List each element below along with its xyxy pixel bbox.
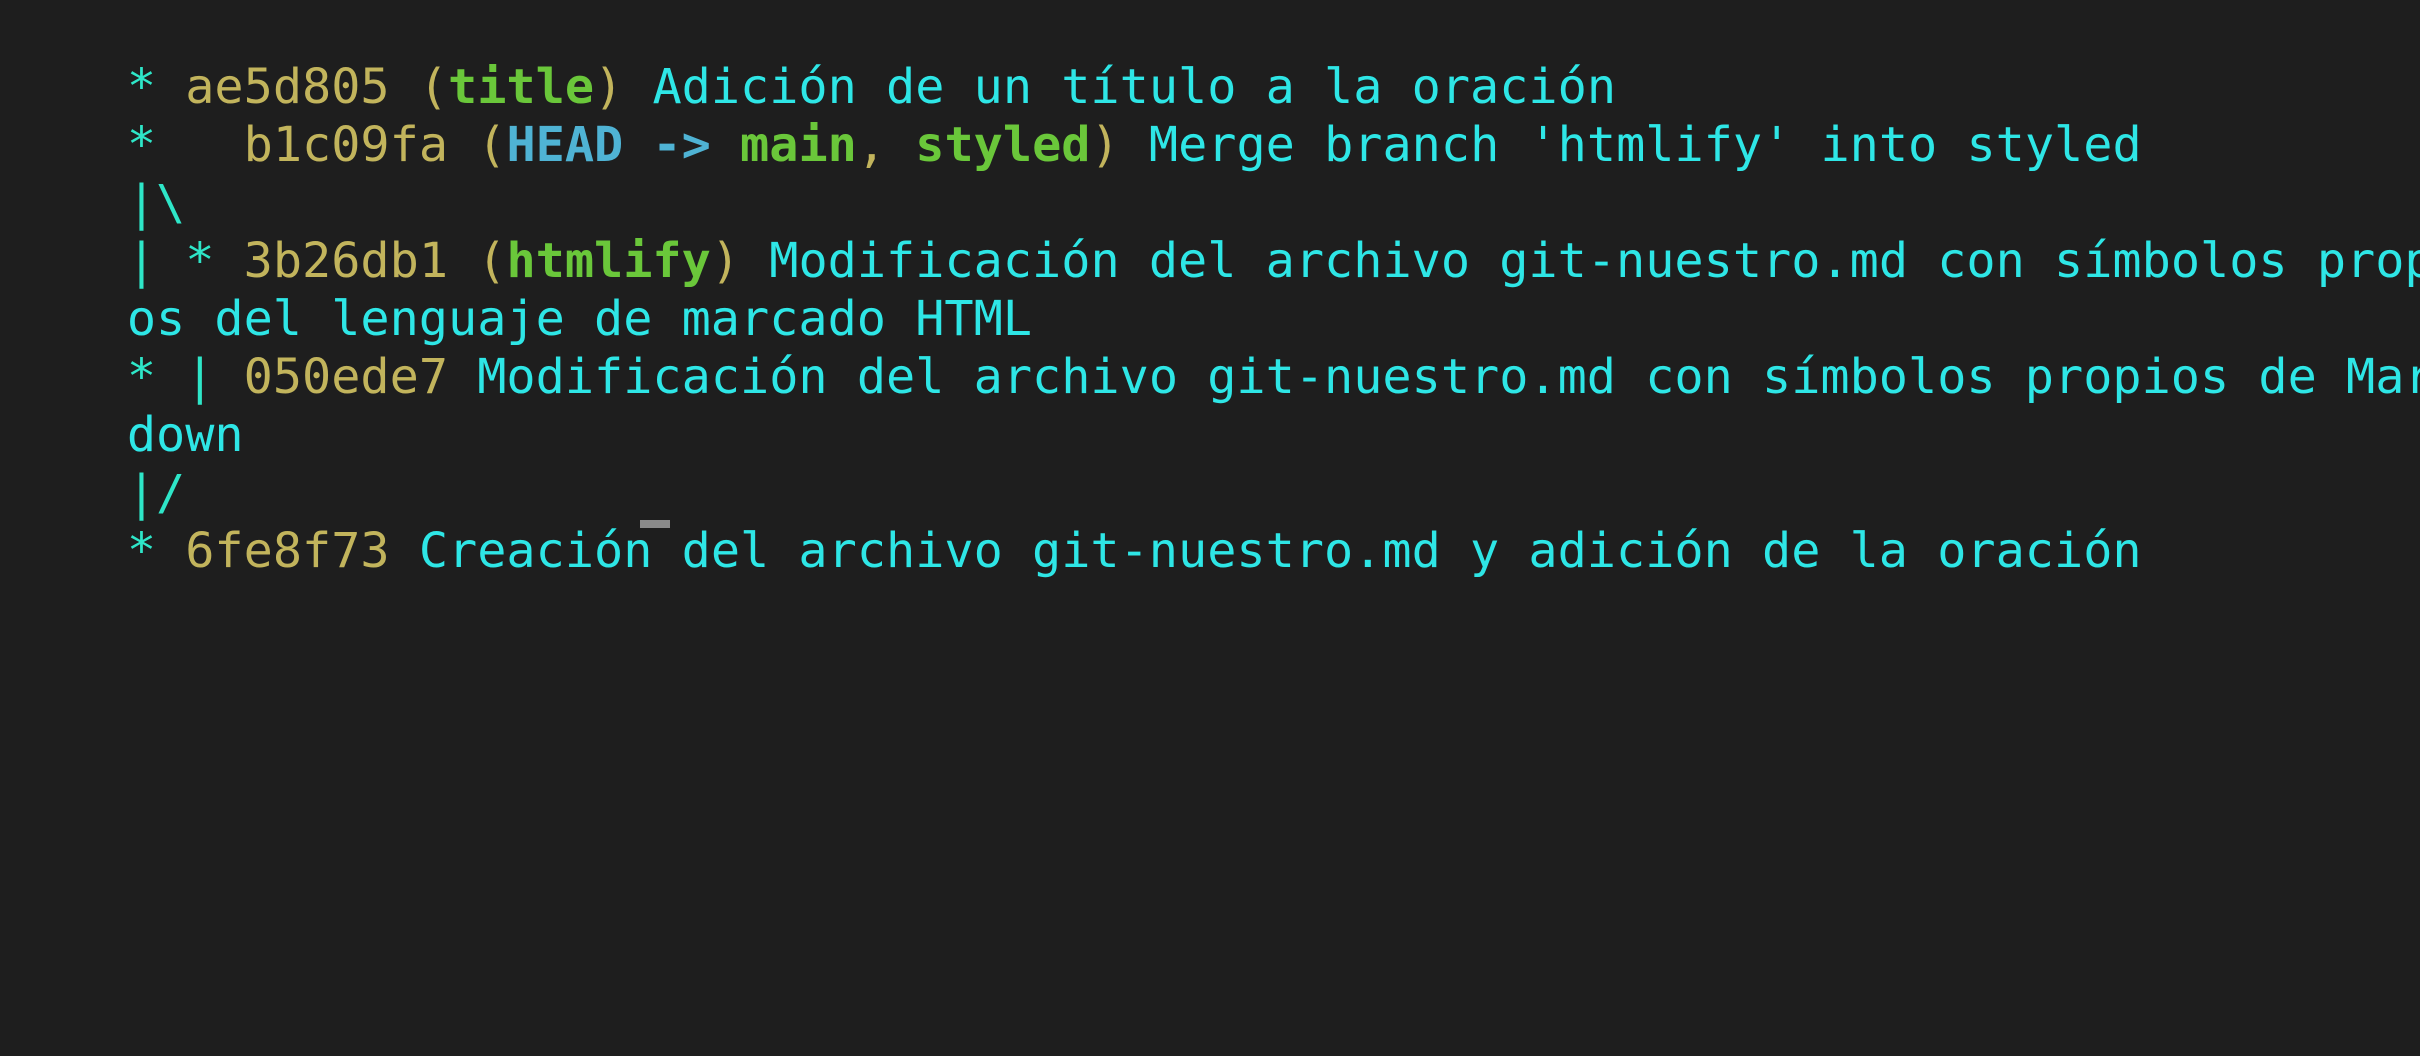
commit-message-continuation: os del lenguaje de marcado HTML — [10, 232, 1032, 347]
commit-line-050ede7: * | 050ede7 Modificación del archivo git… — [10, 290, 2420, 405]
text-cursor — [640, 520, 670, 528]
commit-message: Creación del archivo git-nuestro.md y ad… — [389, 523, 2142, 579]
commit-hash: b1c09fa — [243, 117, 449, 173]
ref-separator: , — [856, 117, 916, 173]
graph-merge-line: |/ — [10, 406, 185, 521]
commit-message: Merge branch 'htmlify' into styled — [1148, 117, 2142, 173]
commit-line-6fe8f73: * 6fe8f73 Creación del archivo git-nuest… — [10, 464, 2142, 579]
commit-message-continuation: down — [10, 348, 244, 463]
commit-hash: 6fe8f73 — [185, 523, 390, 579]
graph-branch-line: |\ — [10, 116, 185, 231]
graph-marker: * — [126, 523, 186, 579]
commit-hash: 050ede7 — [243, 349, 449, 405]
branch-ref-main: main — [740, 117, 857, 173]
terminal-window[interactable]: * ae5d805 (title) Adición de un título a… — [0, 0, 2420, 579]
branch-ref-styled: styled — [915, 117, 1091, 173]
commit-line-3b26db1: | * 3b26db1 (htmlify) Modificación del a… — [10, 174, 2420, 289]
ref-open-paren: ( — [448, 117, 507, 173]
commit-line-ae5d805: * ae5d805 (title) Adición de un título a… — [10, 0, 1616, 115]
ref-close-paren: ) — [1090, 117, 1149, 173]
commit-message: Modificación del archivo git-nuestro.md … — [448, 349, 2420, 405]
commit-line-b1c09fa: * b1c09fa (HEAD -> main, styled) Merge b… — [10, 58, 2142, 173]
head-ref: HEAD -> — [506, 117, 741, 173]
